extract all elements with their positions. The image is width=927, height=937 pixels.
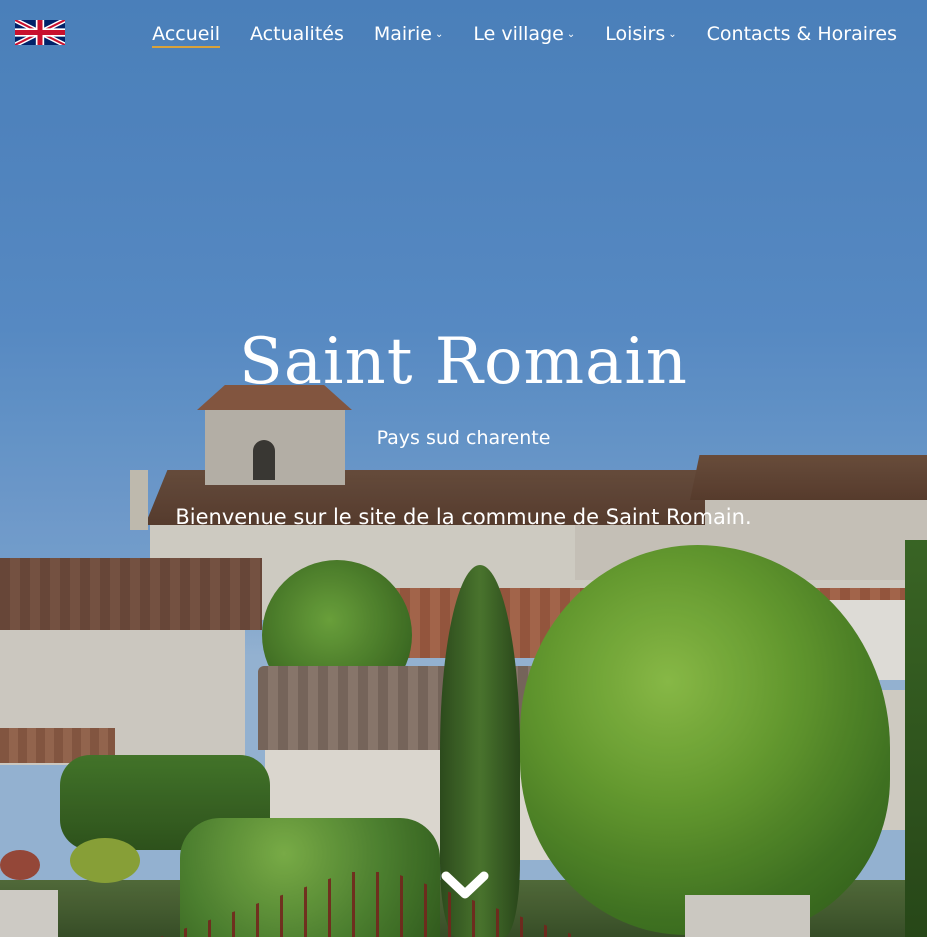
- hero-overlay: [0, 0, 927, 937]
- nav-item-loisirs[interactable]: Loisirs ⌄: [590, 20, 691, 50]
- nav-item-label: Accueil: [152, 22, 221, 48]
- main-navigation: Accueil Actualités Mairie ⌄ Le village ⌄ L…: [0, 0, 927, 70]
- nav-item-label: Le village: [473, 23, 564, 45]
- nav-item-mairie[interactable]: Mairie ⌄: [359, 20, 459, 50]
- caret-down-icon: ⌄: [668, 28, 677, 40]
- nav-item-label: Mairie: [373, 23, 432, 45]
- nav-item-accueil[interactable]: Accueil: [137, 20, 235, 50]
- nav-item-le-village[interactable]: Le village ⌄: [458, 20, 590, 50]
- caret-down-icon: ⌄: [566, 28, 576, 40]
- uk-flag-icon[interactable]: [13, 17, 67, 48]
- nav-item-actualites[interactable]: Actualités: [235, 20, 359, 50]
- chevron-down-icon[interactable]: [440, 866, 490, 906]
- nav-item-label: Contacts & Horaires: [706, 23, 897, 45]
- nav-item-label: Loisirs: [605, 23, 666, 45]
- site-title: Saint Romain: [239, 325, 688, 399]
- caret-down-icon: ⌄: [434, 28, 444, 40]
- nav-menu: Accueil Actualités Mairie ⌄ Le village ⌄ L…: [137, 20, 912, 50]
- hero-background: [0, 0, 927, 937]
- site-subtitle: Pays sud charente: [376, 427, 551, 449]
- nav-item-contacts-horaires[interactable]: Contacts & Horaires: [692, 20, 912, 50]
- welcome-message: Bienvenue sur le site de la commune de S…: [175, 505, 752, 529]
- nav-item-label: Actualités: [250, 23, 344, 45]
